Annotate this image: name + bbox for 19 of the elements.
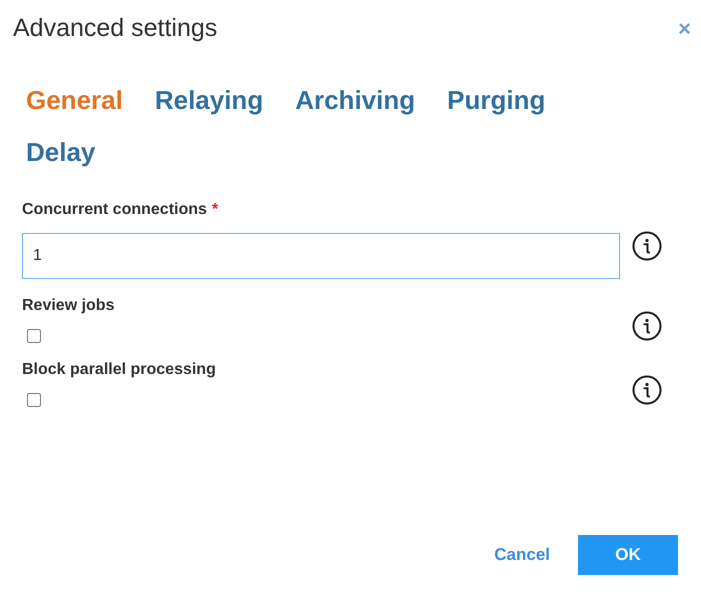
info-icon[interactable]: [632, 231, 662, 261]
required-mark: *: [212, 201, 218, 220]
close-button[interactable]: ×: [678, 18, 691, 40]
tab[interactable]: Purging: [447, 81, 546, 119]
input-field[interactable]: 1: [22, 233, 620, 279]
info-icon[interactable]: [632, 375, 662, 405]
checkbox[interactable]: [27, 329, 41, 343]
field-label: Block parallel processing: [22, 361, 216, 380]
dialog-title: Advanced settings: [13, 14, 218, 43]
ok-button[interactable]: OK: [578, 535, 678, 575]
tab[interactable]: Archiving: [295, 81, 416, 119]
cancel-button[interactable]: Cancel: [494, 545, 550, 565]
checkbox[interactable]: [27, 393, 41, 407]
tab[interactable]: Relaying: [154, 81, 264, 119]
field-label: Review jobs: [22, 297, 114, 316]
tab[interactable]: Delay: [26, 133, 96, 171]
field-label: Concurrent connections: [22, 201, 207, 220]
info-icon[interactable]: [632, 311, 662, 341]
tab[interactable]: General: [26, 81, 123, 119]
